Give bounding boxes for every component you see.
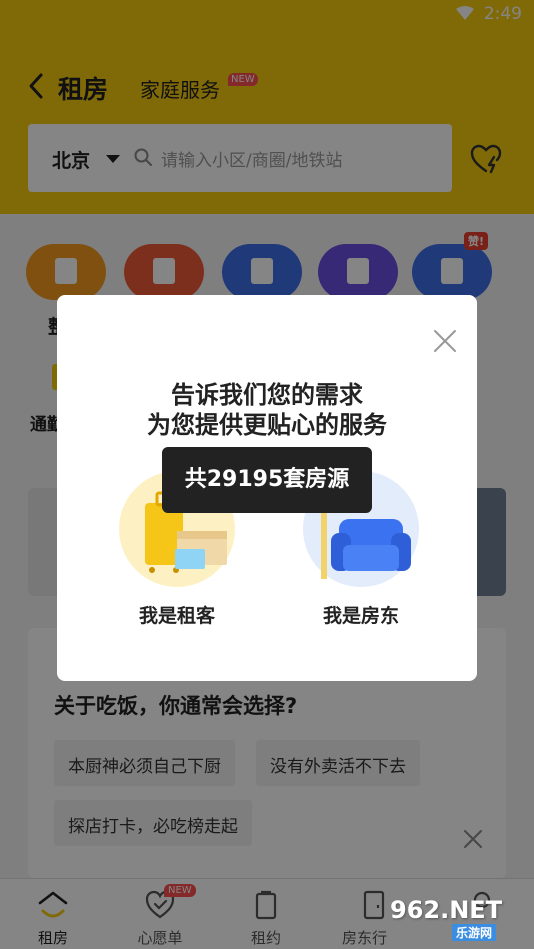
role-select-dialog: 告诉我们您的需求 为您提供更贴心的服务 我是租客 我是房东 共29195套房源 — [57, 295, 477, 681]
dialog-subtitle: 为您提供更贴心的服务 — [147, 411, 387, 439]
tenant-label: 我是租客 — [138, 605, 215, 627]
listing-count-badge: 共29195套房源 — [162, 447, 372, 513]
watermark-logo: 962.NET 乐游网 — [390, 896, 528, 944]
watermark-subtext: 乐游网 — [452, 924, 497, 941]
close-icon[interactable] — [433, 329, 457, 353]
watermark-text: 962.NET — [390, 896, 503, 924]
landlord-label: 我是房东 — [322, 605, 399, 627]
